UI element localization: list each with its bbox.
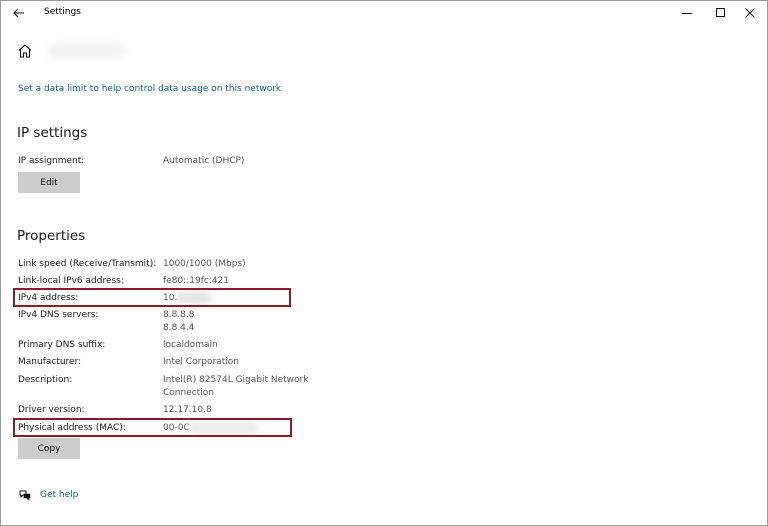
- dns-server-2: 8.8.4.4: [163, 323, 195, 333]
- maximize-icon: [716, 8, 725, 17]
- manufacturer-value: Intel Corporation: [163, 357, 239, 367]
- dns-server-1: 8.8.8.8: [163, 310, 195, 320]
- ipv4-highlight-box: [13, 288, 291, 307]
- set-data-limit-link[interactable]: Set a data limit to help control data us…: [18, 84, 281, 94]
- properties-heading: Properties: [17, 228, 86, 244]
- dns-suffix-value: localdomain: [163, 340, 218, 350]
- mac-highlight-box: [13, 418, 292, 437]
- settings-window: Settings Set a data limit to help contro…: [0, 0, 768, 526]
- close-icon: [745, 8, 755, 18]
- help-chat-icon: [19, 490, 31, 501]
- ipv6-address-label: Link-local IPv6 address:: [18, 276, 124, 286]
- home-icon: [18, 44, 32, 58]
- ip-settings-heading: IP settings: [17, 125, 88, 141]
- home-button[interactable]: [17, 43, 33, 59]
- title-bar: Settings: [1, 1, 767, 25]
- manufacturer-label: Manufacturer:: [18, 357, 82, 367]
- description-value-line-2: Connection: [163, 388, 214, 398]
- driver-version-value: 12.17.10.8: [163, 405, 212, 415]
- redacted-page-title: [47, 43, 127, 59]
- link-speed-label: Link speed (Receive/Transmit):: [18, 259, 157, 269]
- dns-suffix-label: Primary DNS suffix:: [18, 340, 106, 350]
- driver-version-label: Driver version:: [18, 405, 85, 415]
- minimize-button[interactable]: [670, 2, 704, 24]
- minimize-icon: [682, 13, 692, 14]
- back-button[interactable]: [9, 4, 29, 22]
- description-value-line-1: Intel(R) 82574L Gigabit Network: [163, 375, 309, 385]
- ip-assignment-label: IP assignment:: [18, 156, 85, 166]
- edit-button[interactable]: Edit: [18, 172, 80, 193]
- ip-assignment-value: Automatic (DHCP): [163, 156, 245, 166]
- description-label: Description:: [18, 375, 73, 385]
- ipv6-address-value: fe80::19fc:421: [163, 276, 230, 286]
- close-button[interactable]: [733, 2, 767, 24]
- back-arrow-icon: [13, 8, 24, 18]
- copy-button[interactable]: Copy: [18, 438, 80, 459]
- window-title: Settings: [44, 7, 81, 17]
- dns-servers-label: IPv4 DNS servers:: [18, 310, 99, 320]
- link-speed-value: 1000/1000 (Mbps): [163, 259, 246, 269]
- get-help-link[interactable]: Get help: [40, 490, 78, 500]
